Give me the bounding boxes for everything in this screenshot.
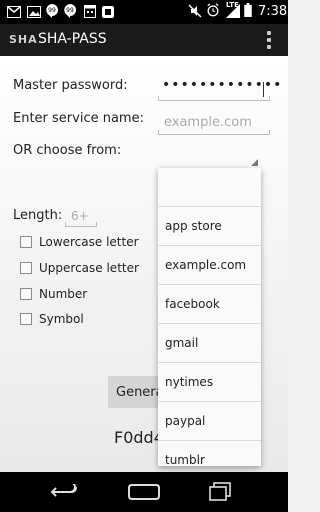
- dropdown-item[interactable]: [158, 168, 261, 207]
- spinner-arrow-icon: [251, 159, 258, 166]
- dropdown-item[interactable]: gmail: [158, 324, 261, 363]
- service-name-placeholder: example.com: [164, 115, 252, 130]
- master-password-label: Master password:: [13, 78, 128, 93]
- dropdown-item[interactable]: app store: [158, 207, 261, 246]
- length-input[interactable]: 6+: [65, 208, 97, 227]
- number-checkbox[interactable]: [20, 288, 32, 300]
- signal-icon: [226, 4, 240, 18]
- home-icon[interactable]: [128, 483, 160, 501]
- overflow-menu-icon[interactable]: [266, 31, 272, 49]
- action-bar: SHA SHA-PASS: [0, 24, 288, 56]
- dropdown-item[interactable]: facebook: [158, 285, 261, 324]
- service-spinner[interactable]: [158, 148, 258, 166]
- app-title: SHA-PASS: [38, 31, 107, 47]
- gmail-icon: [7, 6, 21, 18]
- alarm-icon: [207, 3, 219, 17]
- app-logo: SHA: [9, 33, 38, 46]
- status-bar: 99 99 LTE 7:38: [0, 0, 288, 24]
- master-password-value: •••••••••••••: [162, 77, 283, 93]
- length-label: Length:: [13, 208, 63, 223]
- mute-icon: [188, 4, 202, 18]
- length-placeholder: 6+: [71, 209, 89, 223]
- hangouts-icon: 99: [46, 4, 58, 18]
- uppercase-label: Uppercase letter: [39, 261, 139, 275]
- hangouts-icon: 99: [64, 4, 76, 18]
- recent-apps-icon[interactable]: [208, 482, 232, 502]
- uppercase-checkbox[interactable]: [20, 262, 32, 274]
- choose-from-label: OR choose from:: [13, 143, 122, 158]
- dropdown-item[interactable]: nytimes: [158, 363, 261, 402]
- back-icon[interactable]: [50, 484, 78, 500]
- svg-text:99: 99: [48, 7, 56, 14]
- navigation-bar: [0, 472, 288, 512]
- dropdown-item[interactable]: paypal: [158, 402, 261, 441]
- battery-icon: [244, 3, 252, 17]
- lowercase-checkbox[interactable]: [20, 236, 32, 248]
- service-name-label: Enter service name:: [13, 111, 144, 126]
- status-time: 7:38: [258, 4, 288, 19]
- generated-password: F0dd4: [114, 428, 164, 447]
- dropdown-item[interactable]: example.com: [158, 246, 261, 285]
- master-password-field[interactable]: •••••••••••••: [158, 77, 281, 101]
- svg-text:99: 99: [66, 7, 74, 14]
- service-name-input[interactable]: example.com: [158, 114, 270, 135]
- symbol-label: Symbol: [39, 312, 84, 326]
- service-dropdown-list: app store example.com facebook gmail nyt…: [158, 168, 261, 466]
- unknown-app-icon: [102, 6, 114, 18]
- lowercase-label: Lowercase letter: [39, 235, 139, 249]
- text-cursor: [263, 82, 264, 97]
- dropdown-item[interactable]: tumblr: [158, 441, 261, 466]
- calendar-icon: [84, 5, 96, 18]
- number-label: Number: [39, 287, 88, 301]
- image-icon: [27, 6, 41, 18]
- symbol-checkbox[interactable]: [20, 313, 32, 325]
